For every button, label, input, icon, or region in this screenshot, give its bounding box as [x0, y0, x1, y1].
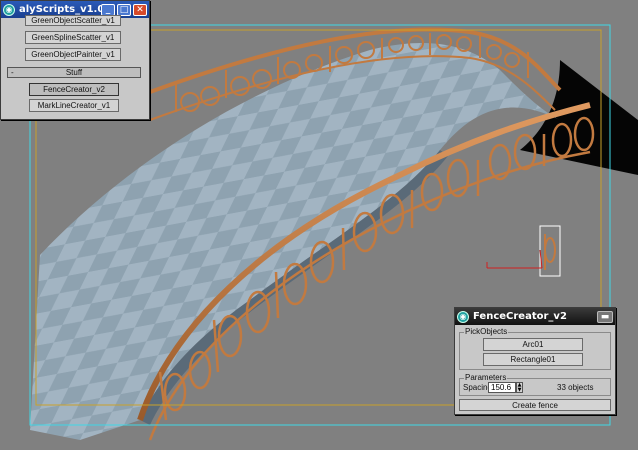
- parameters-label: Parameters: [464, 373, 508, 382]
- minimize-icon[interactable]: _: [101, 3, 115, 16]
- scripts-panel: ◉ alyScripts_v1.03 _ □ ✕ GreenObjectScat…: [0, 0, 150, 120]
- maxscript-app-icon: ◉: [3, 3, 15, 16]
- pick-rectangle-button[interactable]: Rectangle01: [483, 353, 583, 366]
- markline-creator-button[interactable]: MarkLineCreator_v1: [29, 99, 119, 112]
- object-painter-button[interactable]: GreenObjectPainter_v1: [25, 48, 121, 61]
- fence-creator-panel: ◉ FenceCreator_v2 ▬ PickObjects Arc01 Re…: [454, 307, 616, 415]
- maximize-icon[interactable]: □: [117, 3, 131, 16]
- objects-count-label: 33 objects: [557, 383, 594, 392]
- pick-arc-button[interactable]: Arc01: [483, 338, 583, 351]
- scatter-button[interactable]: GreenObjectScatter_v1: [25, 15, 121, 26]
- spacing-input[interactable]: 150.6: [488, 382, 516, 393]
- rollout-label: Stuff: [65, 68, 83, 77]
- spacing-spinner[interactable]: ▲ ▼: [516, 382, 523, 393]
- pick-objects-label: PickObjects: [464, 327, 509, 336]
- close-icon[interactable]: ✕: [133, 3, 147, 16]
- create-fence-button[interactable]: Create fence: [459, 399, 611, 411]
- fence-creator-button[interactable]: FenceCreator_v2: [29, 83, 119, 96]
- fence-creator-titlebar[interactable]: ◉ FenceCreator_v2 ▬: [455, 308, 615, 325]
- scripts-panel-title: alyScripts_v1.03: [19, 4, 101, 15]
- spline-scatter-button[interactable]: GreenSplineScatter_v1: [25, 31, 121, 44]
- panel-minimize-icon[interactable]: ▬: [597, 310, 613, 323]
- maxscript-app-icon: ◉: [457, 310, 469, 323]
- stuff-rollout[interactable]: - Stuff: [7, 67, 141, 78]
- fence-creator-title: FenceCreator_v2: [473, 311, 567, 322]
